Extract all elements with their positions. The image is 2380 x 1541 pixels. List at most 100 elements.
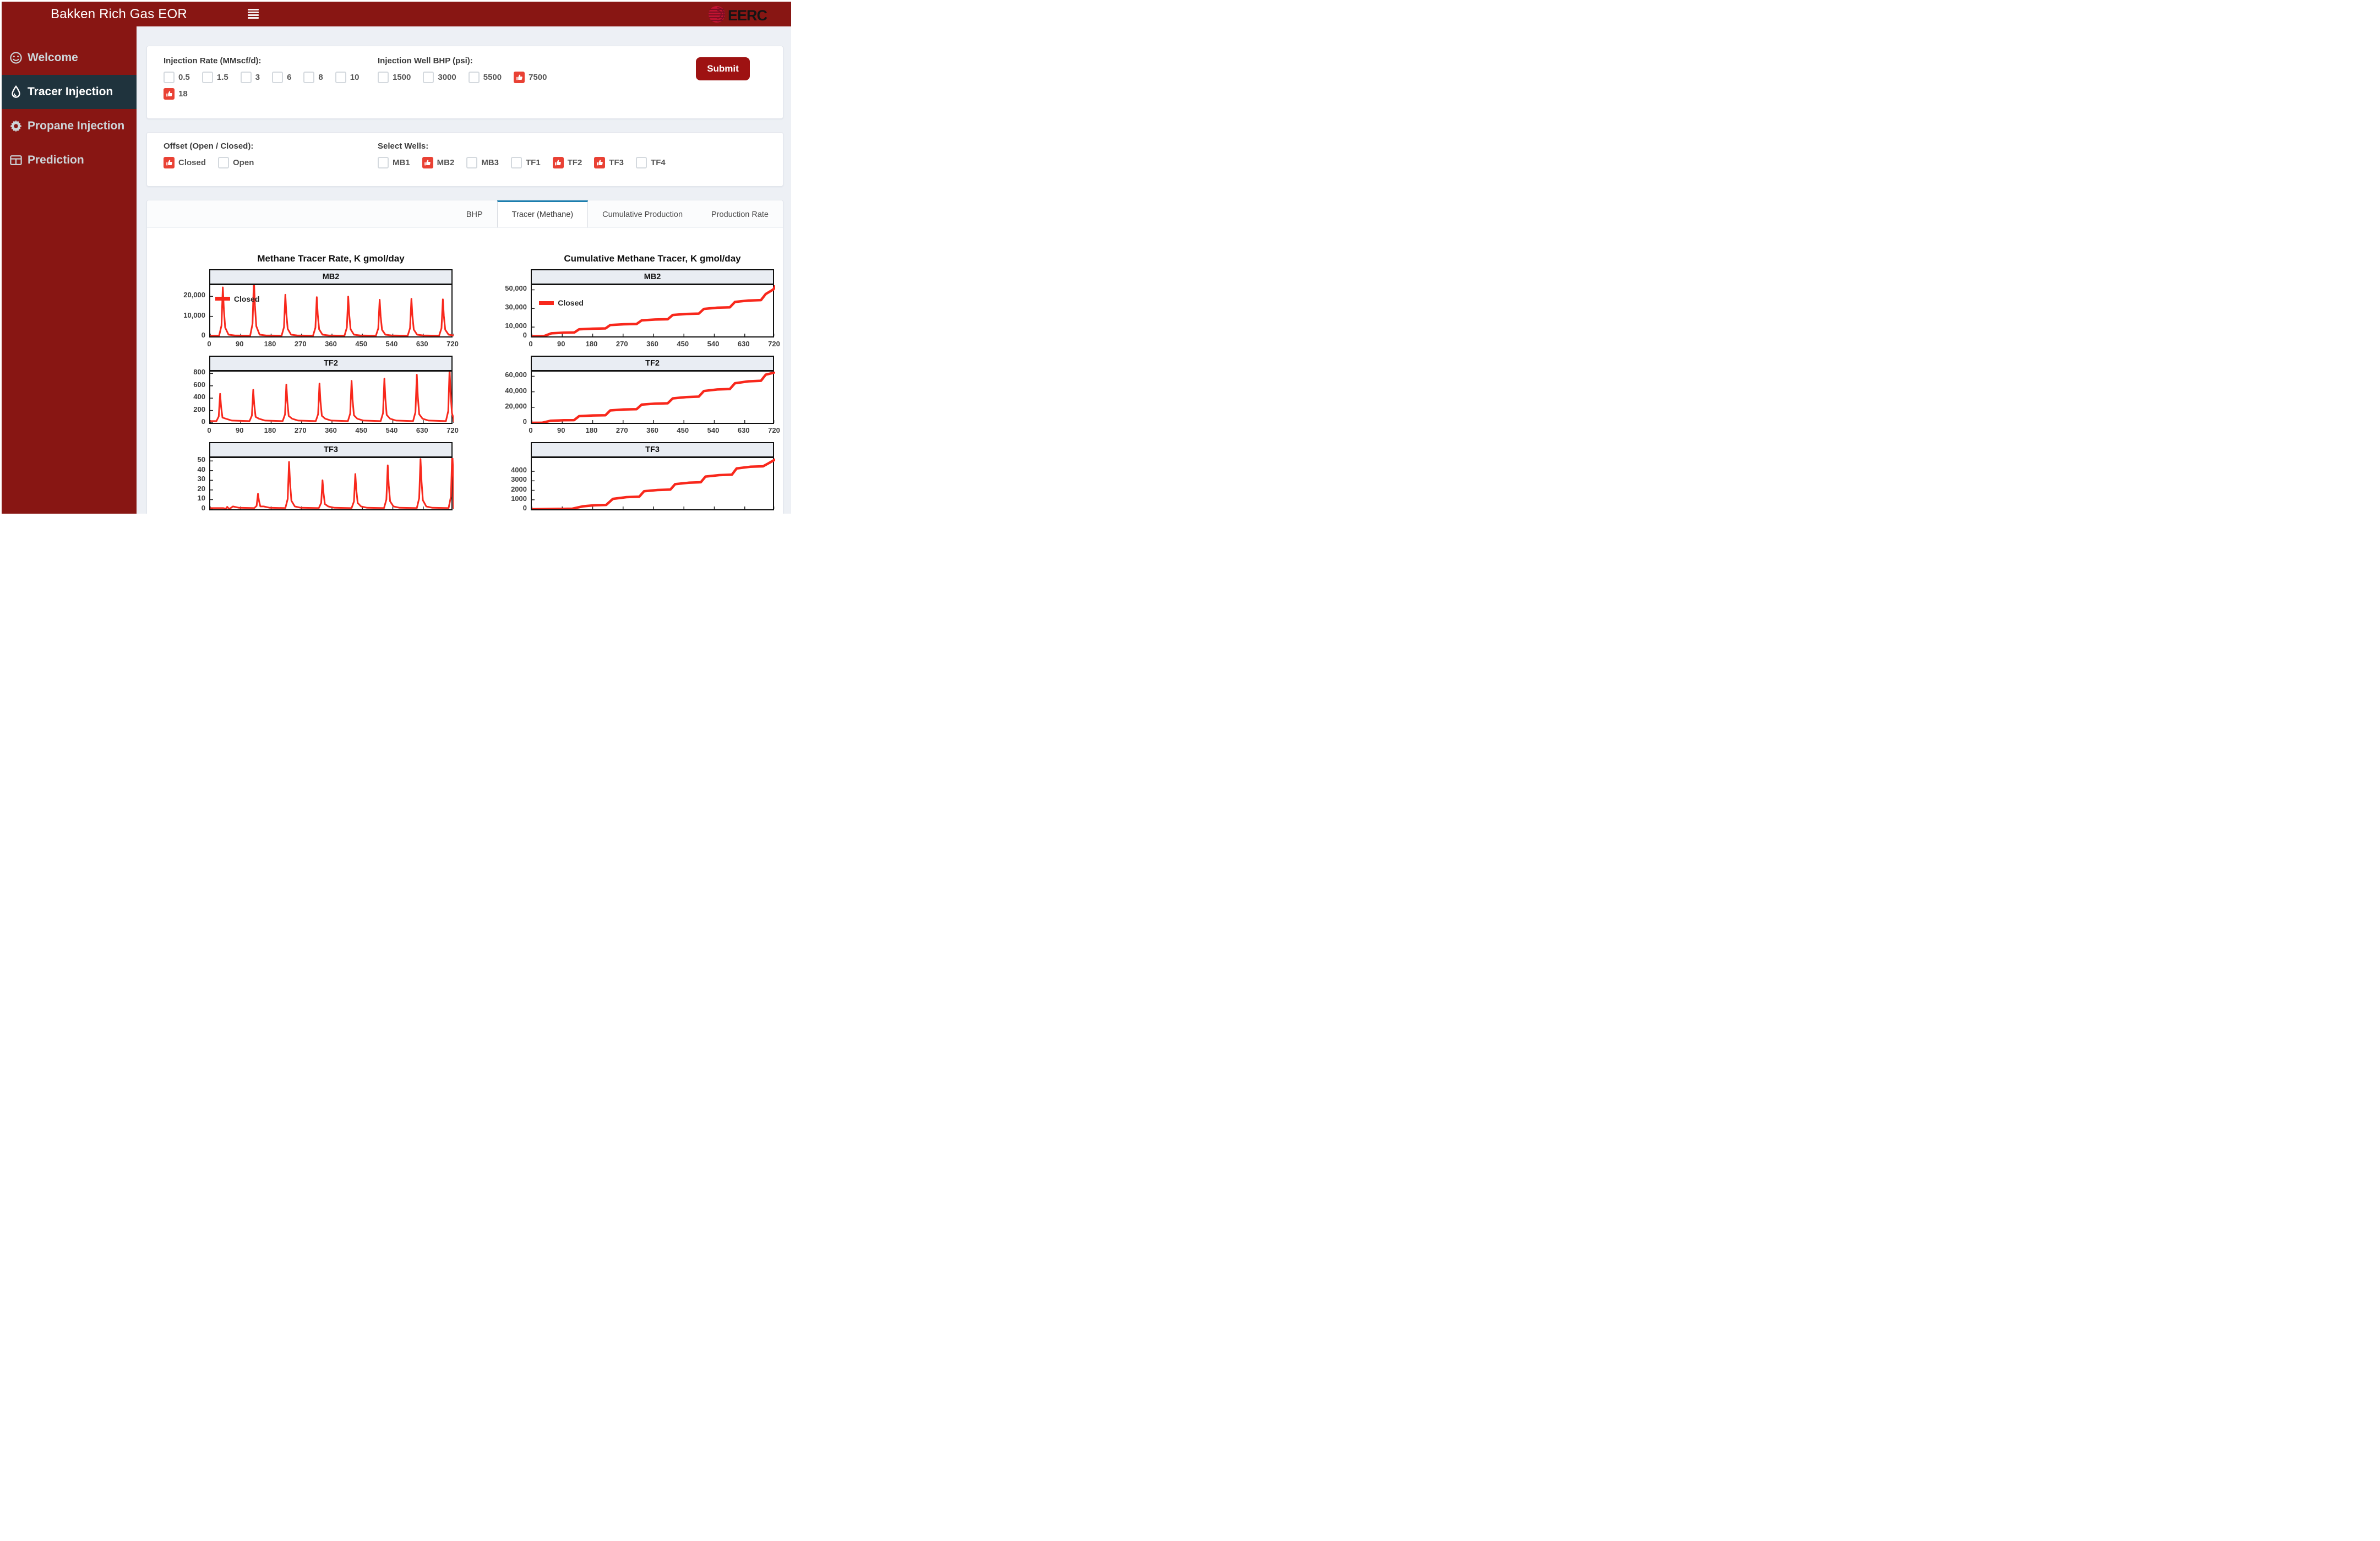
thumbs-up-checked-icon[interactable] (164, 157, 175, 168)
checkbox-empty[interactable] (201, 72, 213, 83)
checkbox-3000[interactable]: 3000 (423, 72, 456, 83)
app-window: Bakken Rich Gas EOR EERC Welcome Tracer I (0, 0, 793, 514)
checkbox-tf4[interactable]: TF4 (636, 157, 666, 168)
injection-rate-options: 0.5 1.5 3 6 8 10 18 (164, 72, 374, 100)
x-tick-label: 180 (585, 340, 598, 348)
y-tick-label: 400 (193, 393, 205, 401)
x-tick-label: 270 (295, 513, 307, 514)
y-tick-label: 800 (193, 368, 205, 377)
x-tick-label: 630 (737, 426, 750, 434)
panel-title: TF3 (210, 443, 451, 458)
tab-cumulative-production[interactable]: Cumulative Production (588, 200, 697, 227)
thumbs-up-checked-icon[interactable] (552, 157, 564, 168)
checkbox-mb1[interactable]: MB1 (378, 157, 410, 168)
checkbox-empty[interactable] (164, 72, 175, 83)
injection-rate-group: Injection Rate (MMscf/d): 0.5 1.5 3 6 8 10 18 (164, 56, 374, 100)
offset-options: Closed Open (164, 157, 374, 168)
checkbox-empty[interactable] (423, 72, 434, 83)
checkbox-closed[interactable]: Closed (164, 157, 206, 168)
checkbox-label: TF4 (651, 158, 666, 167)
sidebar-toggle-icon[interactable] (248, 9, 259, 19)
checkbox-10[interactable]: 10 (335, 72, 359, 83)
checkbox-18[interactable]: 18 (164, 88, 188, 100)
tab-production-rate[interactable]: Production Rate (697, 200, 783, 227)
checkbox-label: TF2 (567, 158, 582, 167)
x-tick-label: 630 (416, 513, 428, 514)
checkbox-8[interactable]: 8 (303, 72, 323, 83)
y-axis-labels: 0 1000 2000 3000 4000 (489, 442, 531, 512)
tab-tracer-methane[interactable]: Tracer (Methane) (497, 200, 589, 227)
x-tick-label: 270 (616, 340, 628, 348)
checkbox-empty[interactable] (218, 157, 230, 168)
checkbox-empty[interactable] (240, 72, 252, 83)
series-closed-line (210, 458, 454, 509)
results-card: BHP Tracer (Methane) Cumulative Production… (146, 200, 783, 514)
x-tick-label: 630 (416, 426, 428, 434)
sidebar-item-label: Prediction (28, 154, 84, 166)
checkbox-3[interactable]: 3 (240, 72, 260, 83)
thumbs-up-checked-icon[interactable] (164, 88, 175, 100)
x-tick-label: 90 (557, 513, 565, 514)
chart-panel-mb2: 0 10,000 30,000 50,000 MB2 Closed 0 90 180 270 360… (489, 269, 780, 350)
thumbs-up-checked-icon[interactable] (514, 72, 525, 83)
offset-label: Offset (Open / Closed): (164, 141, 254, 151)
checkbox-5500[interactable]: 5500 (468, 72, 502, 83)
checkbox-1500[interactable]: 1500 (378, 72, 411, 83)
tab-bar: BHP Tracer (Methane) Cumulative Production… (147, 200, 783, 228)
checkbox-mb3[interactable]: MB3 (466, 157, 499, 168)
checkbox-open[interactable]: Open (218, 157, 254, 168)
x-tick-label: 360 (646, 426, 658, 434)
y-tick-label: 0 (522, 504, 527, 512)
sidebar-item-tracer-injection[interactable]: Tracer Injection (2, 75, 137, 109)
checkbox-empty[interactable] (466, 157, 478, 168)
checkbox-empty[interactable] (378, 72, 389, 83)
chart-column-rate: Methane Tracer Rate, K gmol/day 0 10,000 20… (168, 253, 459, 514)
checkbox-6[interactable]: 6 (272, 72, 291, 83)
checkbox-empty[interactable] (335, 72, 346, 83)
y-tick-label: 4000 (511, 466, 527, 475)
checkbox-tf2[interactable]: TF2 (552, 157, 582, 168)
checkbox-7500[interactable]: 7500 (514, 72, 547, 83)
checkbox-empty[interactable] (272, 72, 284, 83)
x-tick-label: 0 (207, 340, 211, 348)
x-tick-label: 90 (557, 340, 565, 348)
plot-area (532, 458, 775, 509)
x-tick-label: 630 (416, 340, 428, 348)
x-tick-label: 0 (207, 426, 211, 434)
droplet-icon (9, 85, 23, 99)
checkbox-empty[interactable] (468, 72, 480, 83)
checkbox-tf1[interactable]: TF1 (511, 157, 541, 168)
sidebar-item-prediction[interactable]: Prediction (2, 143, 137, 177)
checkbox-0-5[interactable]: 0.5 (164, 72, 190, 83)
x-tick-label: 720 (446, 340, 459, 348)
y-axis-labels: 0 20,000 40,000 60,000 (489, 356, 531, 426)
checkbox-mb2[interactable]: MB2 (422, 157, 454, 168)
x-tick-label: 90 (236, 426, 244, 434)
checkbox-label: 1.5 (216, 73, 228, 82)
checkbox-tf3[interactable]: TF3 (594, 157, 624, 168)
y-tick-label: 50 (197, 455, 205, 464)
checkbox-empty[interactable] (303, 72, 315, 83)
sidebar-item-welcome[interactable]: Welcome (2, 41, 137, 75)
y-tick-label: 20 (197, 484, 205, 493)
checkbox-empty[interactable] (511, 157, 522, 168)
y-tick-label: 20,000 (505, 401, 527, 410)
panel-title: MB2 (532, 270, 773, 285)
y-axis-labels: 0 10 20 30 40 50 (168, 442, 209, 512)
x-tick-label: 450 (677, 426, 689, 434)
thumbs-up-checked-icon[interactable] (594, 157, 606, 168)
tab-bhp[interactable]: BHP (452, 200, 497, 227)
submit-button[interactable]: Submit (696, 57, 750, 80)
sidebar-item-label: Welcome (28, 51, 78, 64)
x-tick-label: 270 (616, 426, 628, 434)
y-tick-label: 30,000 (505, 303, 527, 312)
checkbox-empty[interactable] (378, 157, 389, 168)
sidebar-item-propane-injection[interactable]: Propane Injection (2, 109, 137, 143)
y-tick-label: 0 (201, 331, 205, 339)
chart-panel-tf2: 0 20,000 40,000 60,000 TF2 0 90 180 270 360 450 540… (489, 356, 780, 436)
y-tick-label: 0 (201, 504, 205, 512)
y-tick-label: 40 (197, 465, 205, 473)
thumbs-up-checked-icon[interactable] (422, 157, 433, 168)
checkbox-1-5[interactable]: 1.5 (201, 72, 228, 83)
checkbox-empty[interactable] (636, 157, 647, 168)
